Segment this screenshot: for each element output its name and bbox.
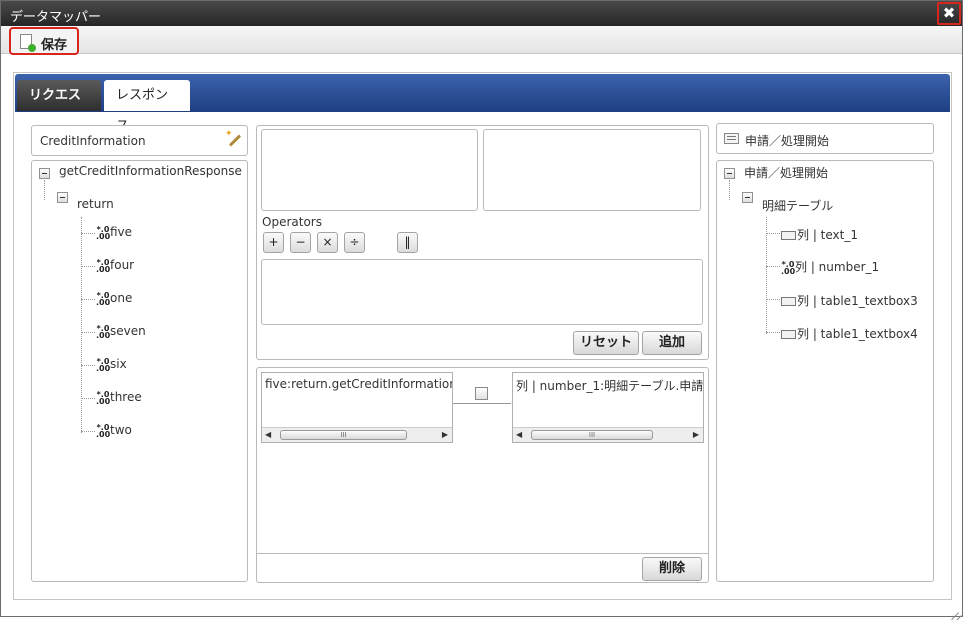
magic-wand-icon[interactable] [225,129,241,148]
title-bar: データマッパー ✖ [1,1,962,26]
text-column-icon [781,231,796,240]
delete-button[interactable]: 削除 [642,557,702,581]
tab-bar: リクエスト レスポンス [15,74,950,134]
scroll-right-icon[interactable]: ▶ [442,430,448,439]
tree-connector [766,233,780,234]
tree-connector [766,266,780,267]
tree-node-root[interactable]: 申請／処理開始 [744,164,828,181]
tree-connector [81,398,95,399]
add-button[interactable]: 追加 [642,331,702,355]
plus-operator-button[interactable]: + [263,232,284,253]
tree-leaf[interactable]: *.0.00seven [96,324,146,339]
close-icon: ✖ [942,4,956,22]
collapse-icon[interactable] [57,192,68,203]
tree-leaf[interactable]: *.0.00six [96,357,127,372]
tree-connector [81,332,95,333]
tree-connector [81,217,82,433]
tree-leaf[interactable]: *.0.00two [96,423,132,438]
number-field-icon: *.0.00 [781,259,796,276]
tree-connector [81,431,95,432]
expression-box[interactable] [261,259,703,325]
collapse-icon[interactable] [724,168,735,179]
multiply-operator-button[interactable]: × [317,232,338,253]
concat-operator-button[interactable]: ‖ [397,232,418,253]
save-label: 保存 [41,38,68,53]
tree-node-table[interactable]: 明細テーブル [762,197,833,214]
scroll-thumb[interactable]: III [280,430,407,440]
footer-divider [257,553,708,554]
tree-connector [81,299,95,300]
tree-leaf[interactable]: *.0.00列 | number_1 [781,258,879,275]
source-title: CreditInformation [40,134,146,148]
tree-connector [729,180,730,200]
mapping-source-text: five:return.getCreditInformationResponse [265,377,452,391]
tree-leaf[interactable]: *.0.00one [96,291,132,306]
tree-leaf[interactable]: 列 | table1_textbox3 [781,292,918,309]
number-field-icon: *.0.00 [96,356,111,373]
source-header: CreditInformation [31,125,248,156]
tree-leaf[interactable]: 列 | text_1 [781,226,858,243]
close-button[interactable]: ✖ [937,2,961,25]
save-button[interactable]: 保存 [9,27,79,55]
source-field-box[interactable] [261,129,478,211]
collapse-icon[interactable] [39,168,50,179]
text-column-icon [781,330,796,339]
tab-response[interactable]: レスポンス [104,80,190,134]
mapping-checkbox[interactable] [475,387,488,400]
divide-operator-button[interactable]: ÷ [344,232,365,253]
toolbar: 保存 [1,26,962,55]
target-field-box[interactable] [483,129,701,211]
number-field-icon: *.0.00 [96,290,111,307]
number-field-icon: *.0.00 [96,389,111,406]
operators-label: Operators [262,215,322,229]
save-document-icon [20,34,36,52]
target-title: 申請／処理開始 [745,134,830,148]
tree-connector [81,233,95,234]
mapping-target-text: 列 | number_1:明細テーブル.申請／処理開始 [516,379,704,393]
scroll-thumb[interactable]: III [531,430,653,440]
target-tree: 申請／処理開始 明細テーブル 列 | text_1 *.0.00列 | numb… [716,160,934,582]
tree-connector [81,365,95,366]
tree-node-root[interactable]: getCreditInformationResponse [59,164,242,178]
number-field-icon: *.0.00 [96,422,111,439]
tree-node-return[interactable]: return [77,197,114,211]
target-header: 申請／処理開始 [716,123,934,154]
tree-leaf[interactable]: *.0.00five [96,225,132,240]
tree-leaf[interactable]: *.0.00four [96,258,134,273]
number-field-icon: *.0.00 [96,224,111,241]
tree-leaf[interactable]: 列 | table1_textbox4 [781,325,918,342]
collapse-icon[interactable] [742,192,753,203]
scroll-left-icon[interactable]: ◀ [265,430,271,439]
tree-connector [766,332,780,333]
horizontal-scrollbar[interactable]: ◀ III ▶ [262,427,452,442]
reset-button[interactable]: リセット [573,331,639,355]
mapping-connector [453,403,511,404]
data-mapper-window: データマッパー ✖ 保存 リクエスト レスポンス CreditInformati… [0,0,963,617]
scroll-right-icon[interactable]: ▶ [693,430,699,439]
tree-connector [81,266,95,267]
list-icon [724,133,739,144]
mapper-frame: リクエスト レスポンス CreditInformation getCreditI… [13,72,952,600]
mapping-target-box[interactable]: 列 | number_1:明細テーブル.申請／処理開始 ◀ III ▶ [512,372,704,443]
scroll-left-icon[interactable]: ◀ [516,430,522,439]
number-field-icon: *.0.00 [96,257,111,274]
tab-request[interactable]: リクエスト [17,80,101,134]
mapping-source-box[interactable]: five:return.getCreditInformationResponse… [261,372,453,443]
tree-connector [766,217,767,334]
horizontal-scrollbar[interactable]: ◀ III ▶ [513,427,703,442]
text-column-icon [781,297,796,306]
mapping-panel: five:return.getCreditInformationResponse… [256,367,709,583]
expression-panel: Operators + − × ÷ ‖ リセット 追加 [256,125,709,360]
tree-connector [766,299,780,300]
tree-connector [44,180,45,200]
resize-grip-icon[interactable] [948,602,960,614]
minus-operator-button[interactable]: − [290,232,311,253]
source-tree: getCreditInformationResponse return *.0.… [31,160,248,582]
number-field-icon: *.0.00 [96,323,111,340]
window-title: データマッパー [10,10,102,25]
tree-leaf[interactable]: *.0.00three [96,390,142,405]
